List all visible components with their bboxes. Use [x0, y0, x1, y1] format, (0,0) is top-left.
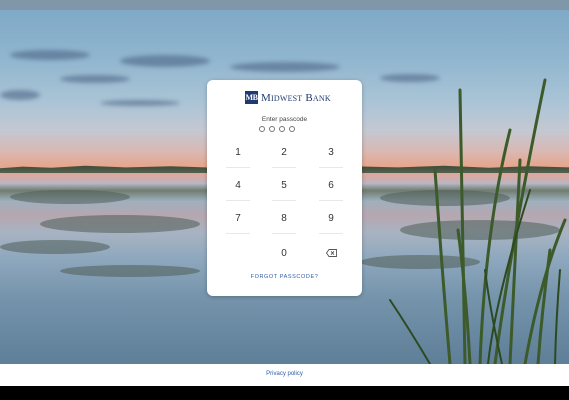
key-3[interactable]: 3 — [319, 139, 343, 168]
key-0[interactable]: 0 — [272, 240, 296, 268]
key-9[interactable]: 9 — [319, 205, 343, 234]
key-8[interactable]: 8 — [272, 205, 296, 234]
top-bar — [0, 0, 569, 10]
privacy-policy-link[interactable]: Privacy policy — [0, 371, 569, 377]
passcode-dots — [259, 126, 295, 132]
passcode-dot — [279, 126, 285, 132]
key-4[interactable]: 4 — [226, 172, 250, 201]
passcode-prompt: Enter passcode — [261, 116, 308, 123]
passcode-dot — [269, 126, 275, 132]
key-7[interactable]: 7 — [226, 205, 250, 234]
passcode-dot — [289, 126, 295, 132]
forgot-passcode-link[interactable]: FORGOT PASSCODE? — [207, 274, 362, 280]
reeds-illustration — [389, 78, 567, 364]
bottom-bar — [0, 386, 569, 400]
bank-name: Midwest Bank — [261, 91, 331, 104]
key-2[interactable]: 2 — [272, 139, 296, 168]
passcode-card: MB Midwest Bank Enter passcode 1 2 3 4 5… — [207, 80, 362, 296]
key-6[interactable]: 6 — [319, 172, 343, 201]
bank-logo: MB Midwest Bank — [245, 91, 331, 104]
logo-mark: MB — [245, 91, 258, 104]
footer: Privacy policy — [0, 364, 569, 386]
passcode-dot — [259, 126, 265, 132]
key-5[interactable]: 5 — [272, 172, 296, 201]
backspace-button[interactable] — [319, 240, 343, 268]
backspace-icon — [325, 249, 337, 258]
key-1[interactable]: 1 — [226, 139, 250, 168]
